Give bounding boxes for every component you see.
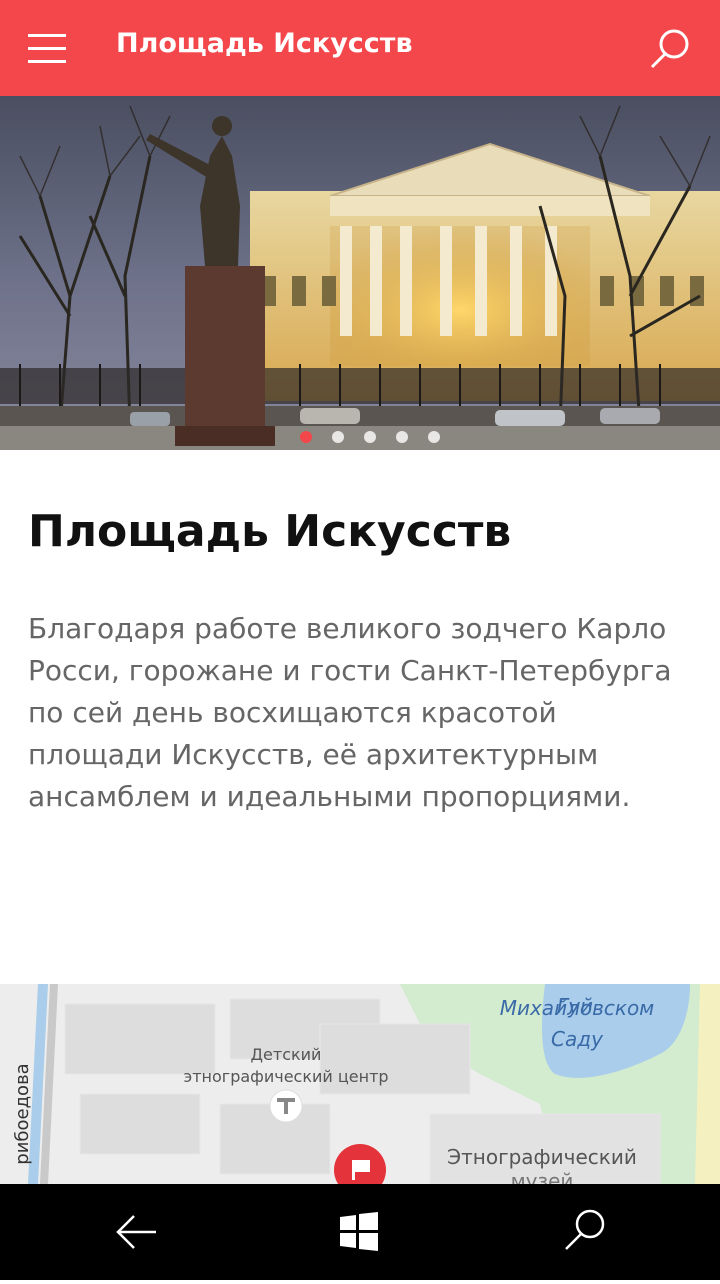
article-title: Площадь Искусств xyxy=(28,506,512,557)
system-search-button[interactable] xyxy=(514,1184,654,1280)
location-map[interactable]: Гуй Михайловском Саду Детский этнографич… xyxy=(0,984,720,1184)
carousel-dot-2[interactable] xyxy=(332,431,344,443)
map-label-park-line2: Саду xyxy=(551,1027,604,1051)
poi-marker-icon[interactable] xyxy=(269,1089,303,1123)
map-label-museum-line1: Этнографический xyxy=(447,1145,637,1169)
hamburger-icon-line xyxy=(28,60,66,63)
hamburger-icon-line xyxy=(28,47,66,50)
back-arrow-icon xyxy=(116,1215,156,1249)
search-button[interactable] xyxy=(646,26,694,74)
back-button[interactable] xyxy=(66,1184,206,1280)
carousel-indicator xyxy=(0,431,720,445)
map-label-street: рибоедова xyxy=(12,1063,33,1164)
carousel-dot-1[interactable] xyxy=(300,431,312,443)
map-label-museum-line2: музей xyxy=(511,1169,574,1184)
windows-logo-icon xyxy=(340,1212,378,1251)
article-description: Благодаря работе великого зодчего Карло … xyxy=(28,612,672,813)
hero-image[interactable] xyxy=(0,96,720,450)
article-content: Площадь Искусств Благодаря работе велико… xyxy=(28,500,698,818)
start-button[interactable] xyxy=(290,1184,430,1280)
search-icon xyxy=(650,29,689,69)
hero-photo-illustration xyxy=(0,96,720,450)
carousel-dot-4[interactable] xyxy=(396,431,408,443)
carousel-dot-5[interactable] xyxy=(428,431,440,443)
app-bar: Площадь Искусств xyxy=(0,0,720,96)
map-label-center-line2: этнографический центр xyxy=(183,1067,388,1086)
map-illustration: Гуй Михайловском Саду Детский этнографич… xyxy=(0,984,720,1184)
map-label-park-line1: Михайловском xyxy=(500,996,655,1020)
hamburger-menu-button[interactable] xyxy=(28,34,68,64)
search-icon xyxy=(565,1209,605,1250)
app-bar-title: Площадь Искусств xyxy=(116,28,413,59)
hamburger-icon-line xyxy=(28,34,66,37)
system-navigation-bar xyxy=(0,1184,720,1280)
map-label-center-line1: Детский xyxy=(251,1045,322,1064)
carousel-dot-3[interactable] xyxy=(364,431,376,443)
